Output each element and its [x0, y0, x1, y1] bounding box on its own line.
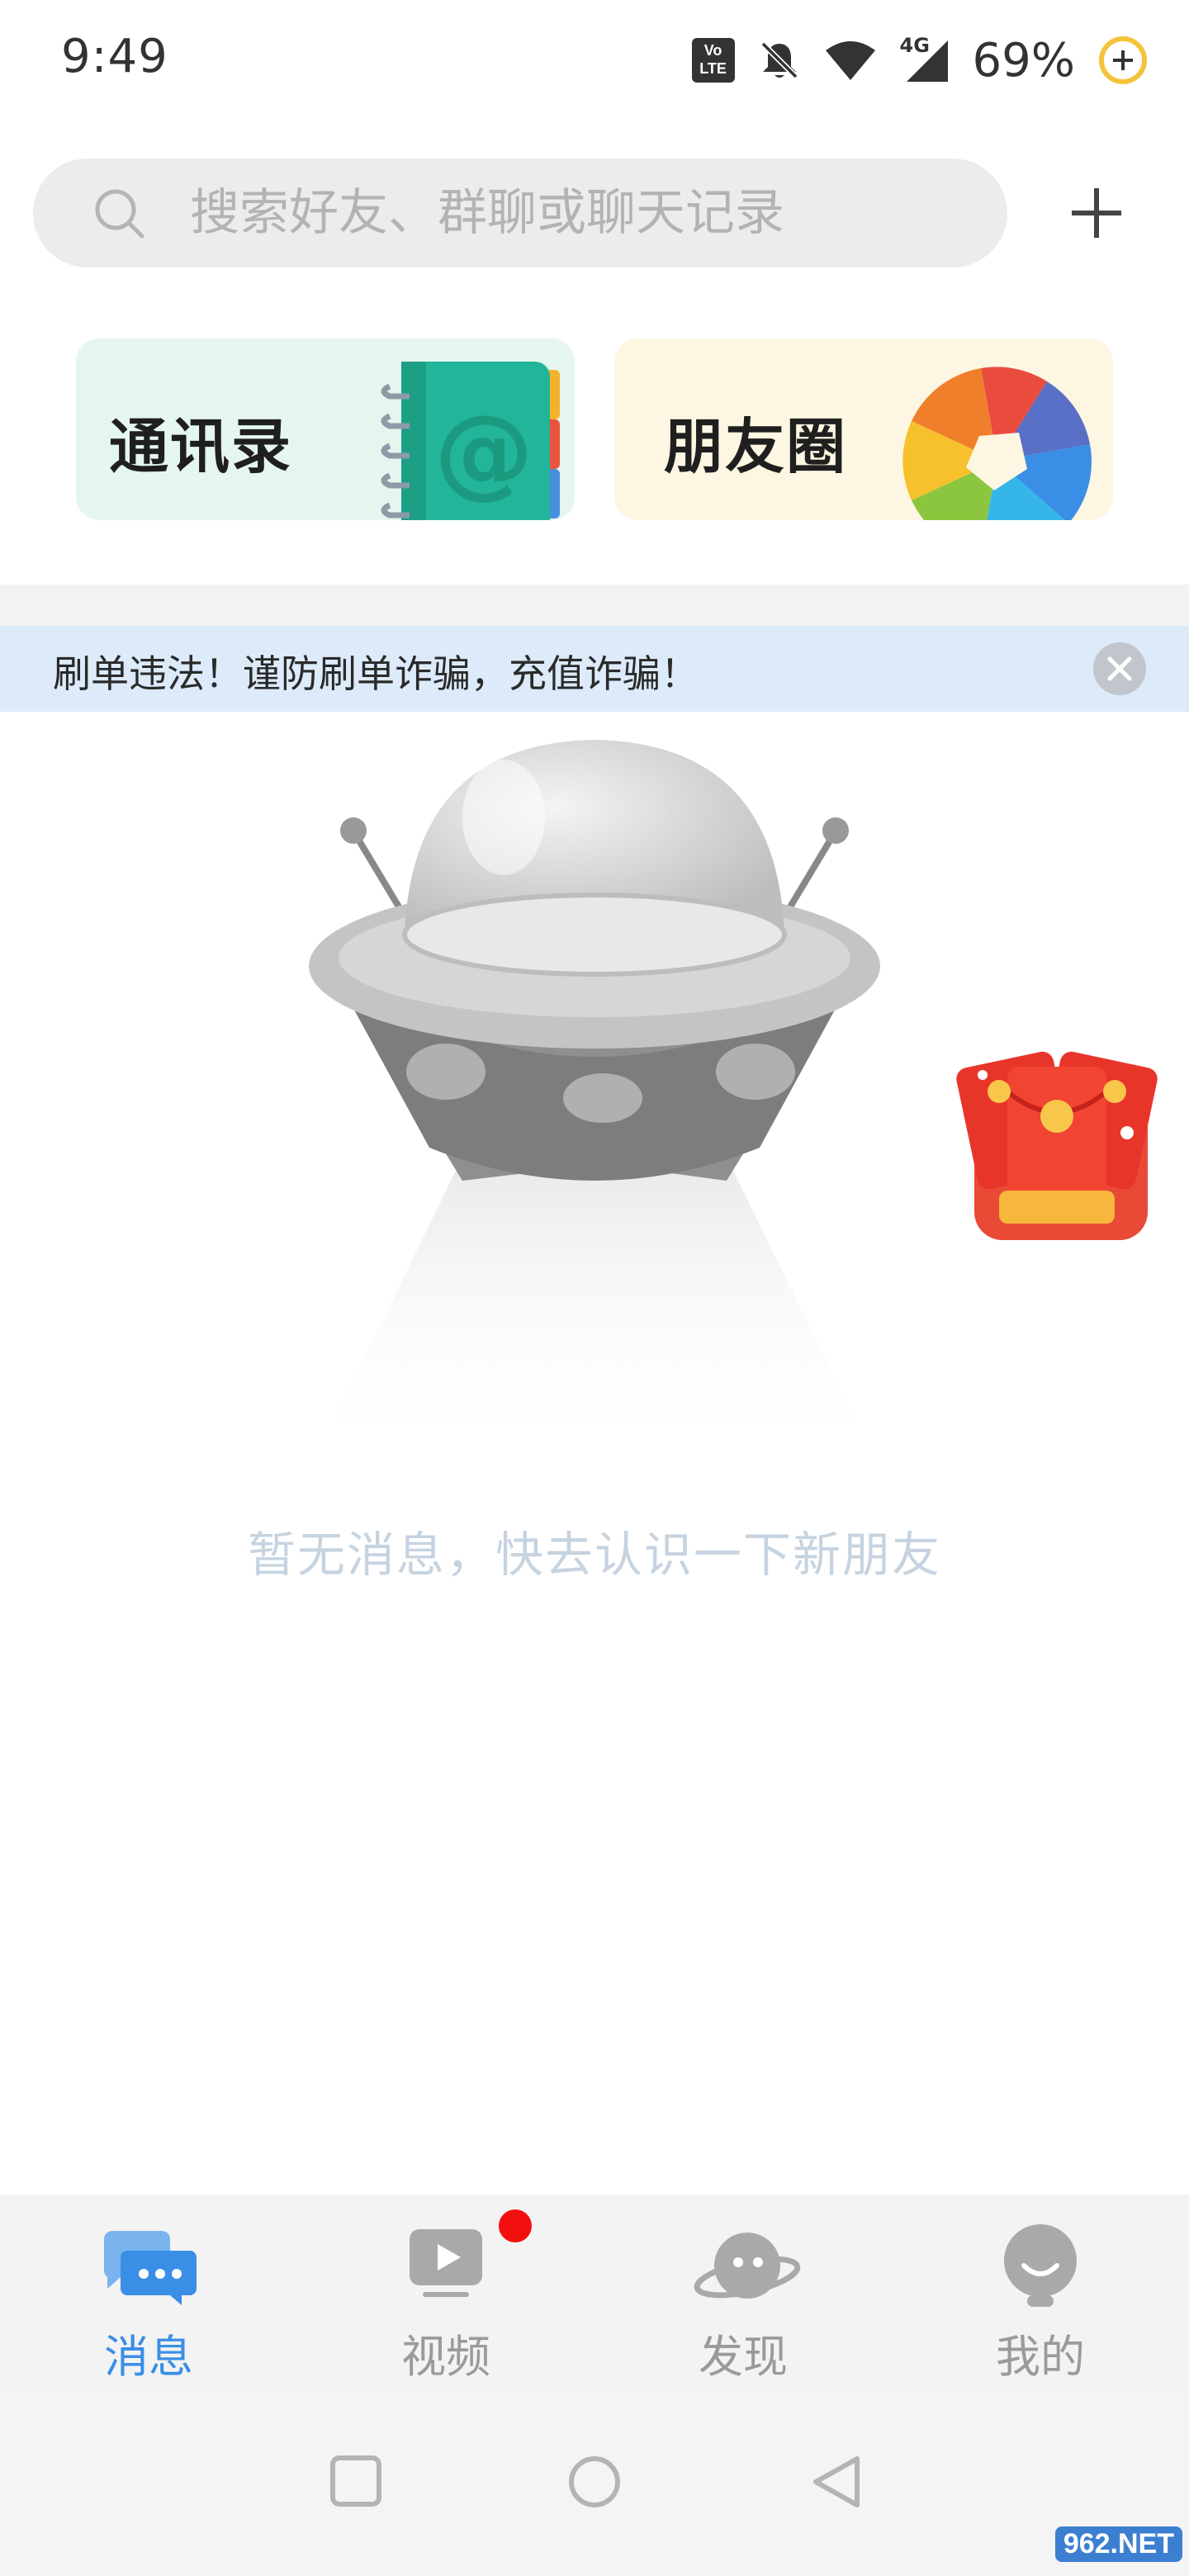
recent-apps-icon[interactable]	[329, 2454, 383, 2508]
status-time: 9:49	[61, 30, 168, 83]
wifi-icon	[825, 41, 875, 80]
tab-video[interactable]: 视频	[297, 2195, 594, 2391]
bottom-tab-bar: 消息 视频 发现 我的	[0, 2195, 1189, 2391]
tab-me[interactable]: 我的	[892, 2195, 1189, 2391]
red-packet-icon[interactable]	[950, 1042, 1164, 1248]
ufo-illustration	[309, 740, 880, 1461]
planet-icon	[694, 2233, 801, 2299]
mute-bell-icon	[760, 41, 798, 79]
battery-percent: 69%	[972, 33, 1075, 88]
video-notification-badge	[499, 2209, 532, 2242]
system-nav-bar	[0, 2391, 1189, 2576]
video-play-icon	[410, 2229, 482, 2297]
tab-video-label: 视频	[401, 2331, 490, 2383]
chat-bubbles-icon	[103, 2231, 197, 2305]
notice-text: 刷单违法！谨防刷单诈骗，充值诈骗！	[53, 651, 699, 696]
address-book-icon: @	[381, 362, 560, 520]
search-icon	[95, 189, 144, 239]
empty-state-text: 暂无消息，快去认识一下新朋友	[247, 1527, 941, 1583]
fraud-notice-banner: 刷单违法！谨防刷单诈骗，充值诈骗！	[0, 626, 1189, 712]
moments-card[interactable]: 朋友圈	[614, 339, 1113, 520]
volte-icon: Vo LTE	[691, 38, 735, 83]
svg-text:@: @	[434, 395, 533, 509]
tab-me-label: 我的	[996, 2331, 1085, 2383]
add-button[interactable]	[1065, 182, 1128, 244]
tab-discover-label: 发现	[699, 2331, 788, 2383]
home-icon[interactable]	[566, 2454, 623, 2510]
section-divider	[0, 585, 1189, 626]
close-icon[interactable]	[1093, 642, 1146, 695]
tab-messages-label: 消息	[104, 2331, 193, 2383]
search-bar[interactable]	[33, 159, 1007, 268]
moments-aperture-icon	[902, 367, 1092, 520]
status-bar: 9:49 Vo LTE 4G 69%	[0, 0, 1189, 124]
status-icons: Vo LTE 4G 69%	[691, 31, 1148, 89]
search-input[interactable]	[190, 182, 933, 244]
tab-messages[interactable]: 消息	[0, 2195, 297, 2391]
moments-label: 朋友圈	[664, 412, 848, 481]
tab-discover[interactable]: 发现	[594, 2195, 892, 2391]
profile-face-icon	[1004, 2224, 1077, 2307]
battery-saver-icon	[1099, 36, 1147, 84]
signal-icon: 4G	[900, 34, 950, 83]
site-watermark-logo: 962.NET	[1054, 2526, 1182, 2562]
contacts-card[interactable]: 通讯录 @	[76, 339, 575, 520]
back-icon[interactable]	[809, 2454, 864, 2510]
contacts-label: 通讯录	[109, 412, 293, 481]
